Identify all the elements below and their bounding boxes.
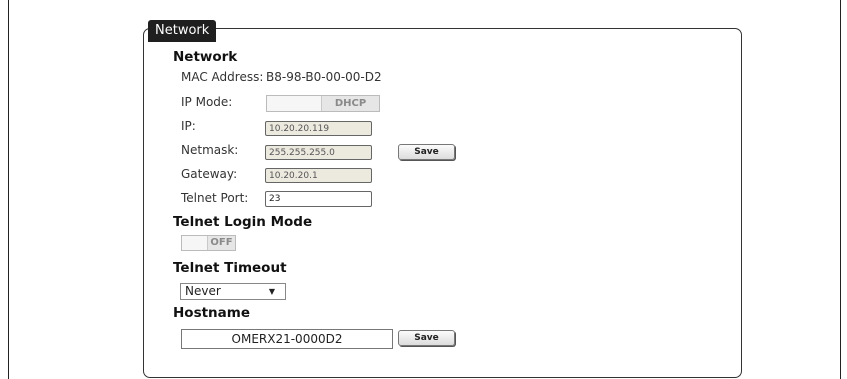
panel-tab-title: Network xyxy=(148,20,217,42)
ip-field[interactable]: 10.20.20.119 xyxy=(265,121,372,136)
ip-label: IP: xyxy=(181,119,196,133)
netmask-field[interactable]: 255.255.255.0 xyxy=(265,145,372,160)
telnet-port-field[interactable]: 23 xyxy=(265,191,372,207)
ip-mode-toggle-value: DHCP xyxy=(321,96,379,111)
gateway-field[interactable]: 10.20.20.1 xyxy=(265,168,372,183)
hostname-field[interactable]: OMERX21-0000D2 xyxy=(181,329,393,349)
telnet-timeout-heading: Telnet Timeout xyxy=(173,260,287,276)
gateway-label: Gateway: xyxy=(181,167,238,181)
ip-mode-label: IP Mode: xyxy=(181,95,233,109)
ip-mode-toggle[interactable]: DHCP xyxy=(266,95,380,112)
telnet-login-mode-toggle[interactable]: OFF xyxy=(181,235,236,251)
telnet-port-label: Telnet Port: xyxy=(181,191,249,205)
telnet-login-toggle-value: OFF xyxy=(207,236,235,250)
network-save-button[interactable]: Save xyxy=(398,144,455,160)
telnet-timeout-selected: Never xyxy=(185,284,221,298)
network-heading: Network xyxy=(173,49,238,65)
chevron-down-icon: ▼ xyxy=(268,287,275,296)
telnet-login-mode-heading: Telnet Login Mode xyxy=(173,214,313,230)
mac-address-label: MAC Address: xyxy=(181,70,264,84)
hostname-save-button[interactable]: Save xyxy=(398,330,455,346)
page-border-left xyxy=(8,0,9,379)
page-border-right xyxy=(840,0,841,379)
telnet-timeout-select[interactable]: Never ▼ xyxy=(180,283,286,300)
hostname-heading: Hostname xyxy=(173,305,251,321)
mac-address-value: B8-98-B0-00-00-D2 xyxy=(266,70,382,84)
netmask-label: Netmask: xyxy=(181,143,239,157)
